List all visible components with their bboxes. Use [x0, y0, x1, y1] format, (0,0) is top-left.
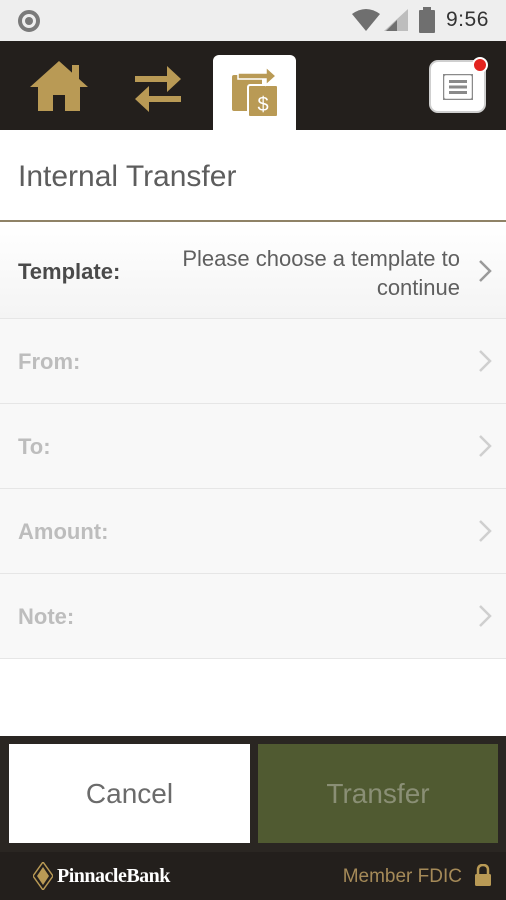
- transfers-icon: [135, 65, 181, 112]
- battery-icon: [419, 7, 435, 33]
- nav-internal-transfer-button[interactable]: $: [213, 55, 296, 130]
- notification-badge: [472, 57, 488, 73]
- home-icon: [30, 60, 88, 111]
- from-row[interactable]: From:: [0, 319, 506, 404]
- transfer-form: Template: Please choose a template to co…: [0, 222, 506, 659]
- nav-home-button[interactable]: [18, 41, 100, 130]
- internal-transfer-icon: $: [231, 66, 279, 118]
- chevron-right-icon: [479, 605, 492, 627]
- status-indicator-icon: [18, 10, 40, 32]
- to-row[interactable]: To:: [0, 404, 506, 489]
- status-time: 9:56: [446, 8, 489, 31]
- chevron-right-icon: [479, 520, 492, 542]
- lock-icon: [475, 864, 491, 886]
- transfer-button[interactable]: Transfer: [258, 744, 498, 843]
- svg-text:$: $: [257, 94, 268, 116]
- status-bar: 9:56: [0, 0, 506, 41]
- menu-button[interactable]: [429, 57, 488, 113]
- chevron-right-icon: [479, 260, 492, 282]
- template-row[interactable]: Template: Please choose a template to co…: [0, 222, 506, 319]
- chevron-right-icon: [479, 435, 492, 457]
- page-title: Internal Transfer: [18, 160, 237, 193]
- cancel-button[interactable]: Cancel: [9, 744, 250, 843]
- from-label: From:: [18, 349, 81, 374]
- action-bar: Cancel Transfer: [0, 736, 506, 852]
- member-fdic-text: Member FDIC: [342, 866, 462, 887]
- signal-icon: [384, 9, 408, 31]
- amount-label: Amount:: [18, 519, 109, 544]
- amount-row[interactable]: Amount:: [0, 489, 506, 574]
- note-row[interactable]: Note:: [0, 574, 506, 659]
- menu-icon: [442, 73, 473, 100]
- chevron-right-icon: [479, 350, 492, 372]
- wifi-icon: [352, 9, 380, 31]
- to-label: To:: [18, 434, 51, 459]
- brand-logo: PinnacleBank: [33, 862, 170, 890]
- template-label: Template:: [18, 259, 121, 284]
- brand-name: PinnacleBank: [57, 864, 170, 887]
- pinnacle-logo-icon: [33, 862, 53, 890]
- top-navigation: $: [0, 41, 506, 130]
- nav-transfers-button[interactable]: [118, 41, 198, 130]
- template-value: Please choose a template to continue: [182, 246, 460, 300]
- note-label: Note:: [18, 604, 75, 629]
- footer: PinnacleBank Member FDIC: [0, 852, 506, 900]
